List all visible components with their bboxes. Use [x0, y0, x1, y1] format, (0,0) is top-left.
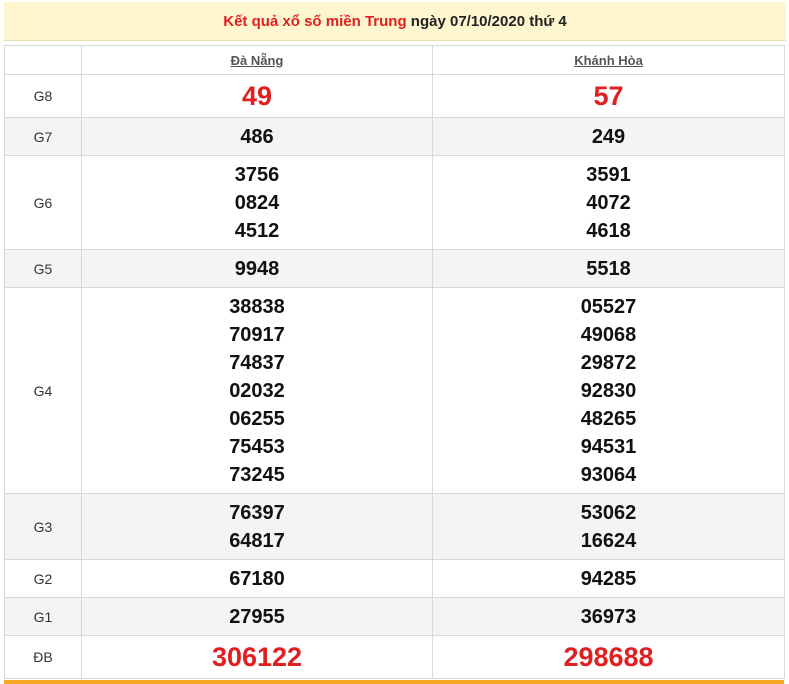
prize-row-đb: ĐB 306122 298688	[4, 635, 785, 679]
khanhhoa-cell: 298688	[432, 635, 785, 679]
danang-cell: 49	[81, 74, 433, 118]
result-number: 298688	[563, 642, 654, 672]
khanhhoa-cell: 249	[432, 117, 785, 156]
title-date: ngày 07/10/2020 thứ 4	[410, 12, 567, 30]
prize-row-g4: G4 38838 70917 74837 02032 06255 75453 73245 055…	[4, 287, 785, 494]
prize-label: G3	[4, 493, 82, 560]
result-number: 3591	[586, 163, 631, 186]
result-number: 92830	[580, 379, 637, 402]
prize-row-g8: G8 49 57	[4, 74, 785, 118]
result-number: 76397	[229, 501, 285, 524]
result-number: 75453	[229, 435, 285, 458]
khanhhoa-cell: 5518	[432, 249, 785, 288]
khanhhoa-cell: 94285	[432, 559, 785, 598]
danang-cell: 9948	[81, 249, 433, 288]
prize-row-g3: G3 76397 64817 53062 16624	[4, 493, 785, 560]
results-body: G8 49 57 G7 486 249 G6 3756 0824 4512 3591 4072 4618…	[4, 74, 785, 679]
danang-cell: 67180	[81, 559, 433, 598]
result-number: 38838	[229, 295, 285, 318]
prize-label: G6	[4, 155, 82, 250]
header-empty-cell	[4, 45, 82, 75]
result-number: 64817	[229, 529, 285, 552]
result-number: 36973	[580, 605, 637, 628]
result-number: 70917	[229, 323, 285, 346]
result-number: 27955	[229, 605, 285, 628]
bottom-divider	[4, 680, 784, 684]
prize-label: G4	[4, 287, 82, 494]
result-number: 94531	[580, 435, 637, 458]
page-title: Kết quả xổ số miền Trung ngày 07/10/2020…	[4, 2, 786, 41]
result-number: 306122	[211, 642, 303, 672]
region-link[interactable]: Trung	[365, 13, 407, 30]
province-header-danang: Đà Nẵng	[81, 45, 433, 75]
prize-row-g1: G1 27955 36973	[4, 597, 785, 636]
prize-label: G2	[4, 559, 82, 598]
result-number: 93064	[580, 463, 637, 486]
prize-row-g6: G6 3756 0824 4512 3591 4072 4618	[4, 155, 785, 250]
khanhhoa-cell: 57	[432, 74, 785, 118]
result-number: 53062	[580, 501, 637, 524]
danang-cell: 486	[81, 117, 433, 156]
result-number: 29872	[580, 351, 637, 374]
result-number: 4618	[586, 219, 631, 242]
prize-row-g5: G5 9948 5518	[4, 249, 785, 288]
results-table: Đà Nẵng Khánh Hòa G8 49 57 G7 486 249 G6 3756 08…	[4, 45, 785, 679]
danang-cell: 3756 0824 4512	[81, 155, 433, 250]
result-number: 05527	[580, 295, 637, 318]
danang-cell: 306122	[81, 635, 433, 679]
result-number: 73245	[229, 463, 285, 486]
prize-label: ĐB	[4, 635, 82, 679]
prize-label: G5	[4, 249, 82, 288]
result-number: 5518	[586, 257, 631, 280]
result-number: 48265	[580, 407, 637, 430]
khanhhoa-cell: 36973	[432, 597, 785, 636]
danang-cell: 76397 64817	[81, 493, 433, 560]
prize-label: G1	[4, 597, 82, 636]
result-number: 3756	[234, 163, 280, 186]
result-number: 9948	[234, 257, 280, 280]
result-number: 49	[241, 81, 273, 111]
result-number: 06255	[229, 407, 285, 430]
province-header-khanhhoa: Khánh Hòa	[432, 45, 785, 75]
prize-row-g7: G7 486 249	[4, 117, 785, 156]
khanhhoa-cell: 3591 4072 4618	[432, 155, 785, 250]
province-link-khanhhoa[interactable]: Khánh Hòa	[574, 53, 643, 68]
result-number: 486	[240, 125, 274, 148]
prize-label: G7	[4, 117, 82, 156]
result-number: 4072	[586, 191, 631, 214]
khanhhoa-cell: 53062 16624	[432, 493, 785, 560]
result-number: 74837	[229, 351, 285, 374]
result-number: 67180	[229, 567, 285, 590]
prize-row-g2: G2 67180 94285	[4, 559, 785, 598]
result-number: 94285	[580, 567, 637, 590]
result-number: 16624	[580, 529, 637, 552]
danang-cell: 38838 70917 74837 02032 06255 75453 73245	[81, 287, 433, 494]
province-link-danang[interactable]: Đà Nẵng	[231, 53, 284, 68]
prize-label: G8	[4, 74, 82, 118]
danang-cell: 27955	[81, 597, 433, 636]
result-number: 57	[593, 81, 624, 111]
result-number: 249	[591, 125, 626, 148]
result-number: 02032	[229, 379, 285, 402]
result-number: 49068	[580, 323, 637, 346]
khanhhoa-cell: 05527 49068 29872 92830 48265 94531 93064	[432, 287, 785, 494]
title-prefix: Kết quả xổ số miền	[223, 12, 361, 30]
results-page: Kết quả xổ số miền Trung ngày 07/10/2020…	[0, 0, 789, 684]
result-number: 4512	[234, 219, 280, 242]
province-header-row: Đà Nẵng Khánh Hòa	[4, 45, 785, 75]
result-number: 0824	[234, 191, 280, 214]
